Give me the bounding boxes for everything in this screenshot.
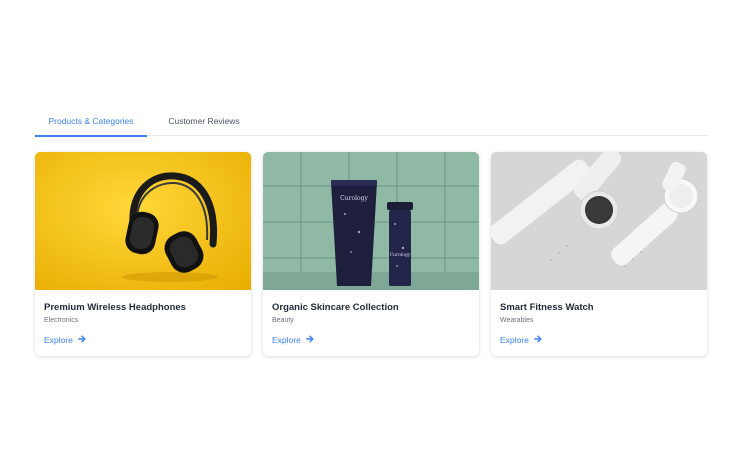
product-card[interactable]: Smart Fitness Watch Wearables Explore — [491, 152, 707, 356]
explore-label: Explore — [500, 335, 529, 345]
product-category: Electronics — [44, 317, 79, 324]
product-card[interactable]: Curology Curology Organic Skincare Colle… — [263, 152, 479, 356]
product-category: Wearables — [500, 317, 534, 324]
explore-label: Explore — [44, 335, 73, 345]
tab-customer-reviews[interactable]: Customer Reviews — [159, 110, 249, 136]
arrow-right-icon — [77, 335, 86, 345]
explore-label: Explore — [272, 335, 301, 345]
svg-text:Curology: Curology — [340, 195, 368, 202]
product-title: Premium Wireless Headphones — [44, 302, 186, 313]
svg-text:Curology: Curology — [390, 252, 411, 258]
product-image-skincare: Curology Curology — [263, 152, 479, 290]
product-image-smartwatch — [491, 152, 707, 290]
explore-link[interactable]: Explore — [44, 335, 86, 345]
product-title: Organic Skincare Collection — [272, 302, 399, 313]
explore-link[interactable]: Explore — [272, 335, 314, 345]
product-grid: Premium Wireless Headphones Electronics … — [35, 152, 707, 356]
product-card[interactable]: Premium Wireless Headphones Electronics … — [35, 152, 251, 356]
arrow-right-icon — [533, 335, 542, 345]
explore-link[interactable]: Explore — [500, 335, 542, 345]
product-title: Smart Fitness Watch — [500, 302, 594, 313]
tab-bar: Products & Categories Customer Reviews — [35, 110, 707, 137]
product-category: Beauty — [272, 317, 294, 324]
product-image-headphones — [35, 152, 251, 290]
tab-products-categories[interactable]: Products & Categories — [35, 110, 147, 137]
arrow-right-icon — [305, 335, 314, 345]
